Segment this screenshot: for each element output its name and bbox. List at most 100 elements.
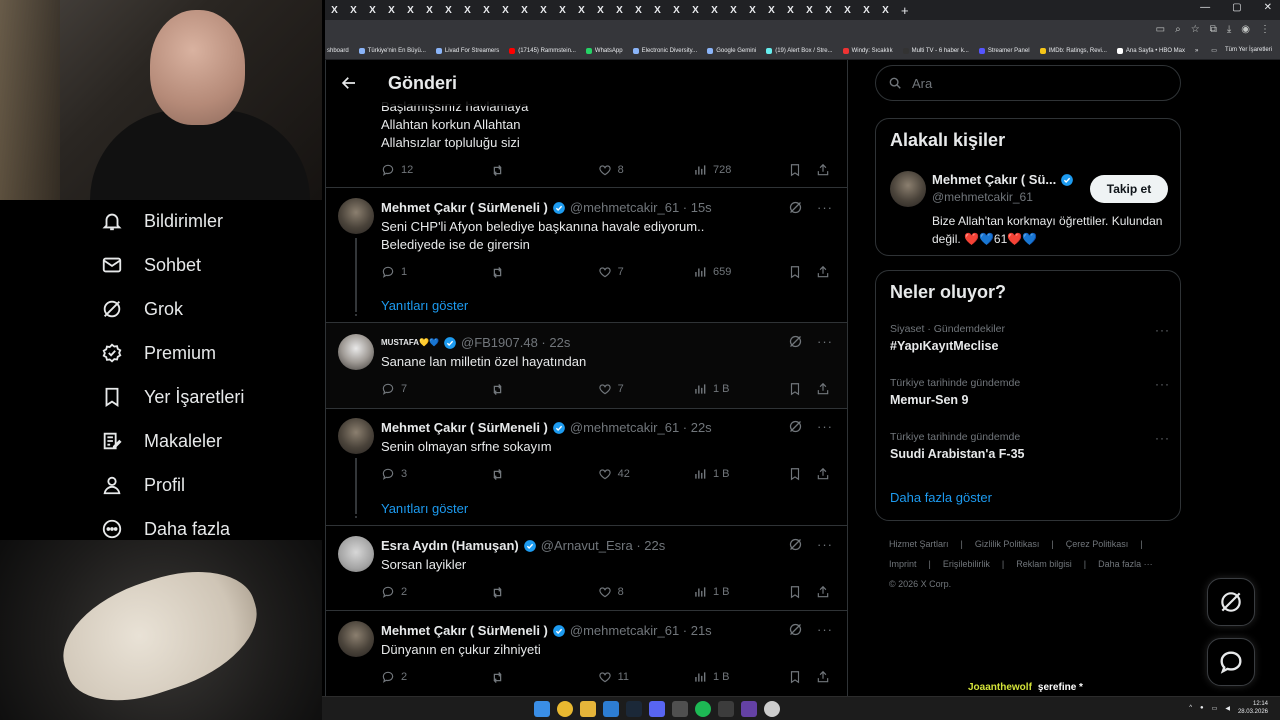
trend-item[interactable]: Siyaset · Gündemdekiler #YapıKayıtMeclis… [890, 323, 1170, 353]
footer-link[interactable]: Gizlilik Politikası [975, 538, 1040, 550]
reply-button[interactable]: 2 [381, 670, 490, 684]
close-window-button[interactable]: ✕ [1264, 2, 1272, 13]
repost-button[interactable] [490, 265, 597, 280]
show-more-link[interactable]: Daha fazla göster [890, 490, 992, 505]
like-button[interactable]: 7 [598, 265, 693, 279]
star-icon[interactable]: ☆ [1191, 24, 1200, 35]
browser-tab[interactable]: X [420, 5, 439, 16]
new-tab-button[interactable]: + [901, 3, 909, 18]
browser-tab[interactable]: X [610, 5, 629, 16]
views-button[interactable]: 659 [693, 265, 788, 279]
views-button[interactable]: 1 B [693, 585, 788, 599]
app-icon[interactable] [764, 701, 780, 717]
repost-button[interactable] [490, 163, 597, 178]
like-button[interactable]: 42 [598, 467, 693, 481]
person-handle[interactable]: @mehmetcakir_61 [932, 190, 1033, 204]
show-replies-link[interactable]: Yanıtları göster [381, 298, 468, 313]
nav-premium[interactable]: Premium [100, 338, 216, 368]
browser-tab[interactable]: X [591, 5, 610, 16]
start-icon[interactable] [534, 701, 550, 717]
bookmark-button[interactable] [788, 670, 816, 684]
bookmark-button[interactable] [788, 163, 816, 177]
nav-grok[interactable]: Grok [100, 294, 183, 324]
spotify-icon[interactable] [695, 701, 711, 717]
reply-button[interactable]: 12 [381, 163, 490, 177]
bookmark-item[interactable]: Livad For Streamers [435, 47, 499, 54]
footer-link[interactable]: Reklam bilgisi [1016, 558, 1072, 570]
bookmark-item[interactable]: Multi TV - 6 haber k... [902, 47, 969, 54]
browser-tab[interactable]: X [325, 5, 344, 16]
browser-tab[interactable]: X [686, 5, 705, 16]
show-replies-link[interactable]: Yanıtları göster [381, 501, 468, 516]
like-button[interactable]: 7 [598, 382, 693, 396]
avatar[interactable] [338, 536, 374, 572]
reply-button[interactable]: 1 [381, 265, 490, 279]
bookmark-button[interactable] [788, 382, 816, 396]
app-icon[interactable] [603, 701, 619, 717]
like-button[interactable]: 8 [598, 163, 693, 177]
menu-icon[interactable]: ⋮ [1260, 24, 1270, 35]
browser-tab[interactable]: X [800, 5, 819, 16]
more-options-icon[interactable]: ··· [1155, 431, 1170, 445]
more-options-icon[interactable]: ··· [1155, 323, 1170, 337]
share-button[interactable] [816, 585, 836, 599]
more-bookmarks[interactable]: » [1195, 48, 1198, 54]
repost-button[interactable] [490, 670, 597, 685]
bookmark-item[interactable]: Electronic Diversity... [632, 47, 697, 54]
share-button[interactable] [816, 670, 836, 684]
messages-fab-button[interactable] [1207, 638, 1255, 686]
footer-link[interactable]: Çerez Politikası [1066, 538, 1129, 550]
grok-fab-button[interactable] [1207, 578, 1255, 626]
discord-icon[interactable] [649, 701, 665, 717]
bookmark-item[interactable]: (19) Alert Box / Stre... [766, 47, 833, 54]
network-icon[interactable]: ▭ [1212, 705, 1218, 712]
browser-tab[interactable]: X [629, 5, 648, 16]
browser-tab[interactable]: X [534, 5, 553, 16]
nav-bookmarks[interactable]: Yer İşaretleri [100, 382, 244, 412]
browser-tab[interactable]: X [477, 5, 496, 16]
browser-tab[interactable]: X [743, 5, 762, 16]
folder-icon[interactable] [580, 701, 596, 717]
browser-tab[interactable]: X [762, 5, 781, 16]
author-name[interactable]: Mehmet Çakır ( SürMeneli ) [381, 200, 548, 215]
browser-tab[interactable]: X [724, 5, 743, 16]
chrome-icon[interactable] [557, 701, 573, 717]
author-name[interactable]: Mehmet Çakır ( SürMeneli ) [381, 623, 548, 638]
profile-icon[interactable]: ◉ [1241, 24, 1250, 35]
author-handle[interactable]: @FB1907.48 · 22s [461, 335, 570, 350]
browser-tab[interactable]: X [515, 5, 534, 16]
bookmark-button[interactable] [788, 467, 816, 481]
views-button[interactable]: 1 B [693, 382, 788, 396]
more-options-icon[interactable]: ··· [817, 334, 833, 349]
more-options-icon[interactable]: ··· [817, 622, 833, 637]
repost-button[interactable] [490, 585, 597, 600]
steam-icon[interactable] [626, 701, 642, 717]
browser-tab[interactable]: X [344, 5, 363, 16]
author-handle[interactable]: @mehmetcakir_61 · 15s [570, 200, 712, 215]
views-button[interactable]: 728 [693, 163, 788, 177]
extensions-icon[interactable]: ⧉ [1210, 24, 1217, 35]
clock[interactable]: 12:14 28.03.2026 [1238, 700, 1268, 716]
repost-button[interactable] [490, 467, 597, 482]
more-options-icon[interactable]: ··· [817, 419, 833, 434]
bookmark-item[interactable]: shboard [327, 48, 349, 54]
browser-tab[interactable]: X [857, 5, 876, 16]
bookmark-item[interactable]: WhatsApp [585, 47, 623, 54]
browser-tab[interactable]: X [572, 5, 591, 16]
cast-icon[interactable]: ▭ [1156, 24, 1165, 35]
browser-tab[interactable]: X [838, 5, 857, 16]
footer-link[interactable]: Daha fazla ··· [1098, 558, 1153, 570]
browser-tab[interactable]: X [819, 5, 838, 16]
bookmark-button[interactable] [788, 585, 816, 599]
folder-icon[interactable]: ▭ [1211, 47, 1217, 54]
share-button[interactable] [816, 265, 836, 279]
address-bar[interactable]: ▭ ⌕ ☆ ⧉ ⤓ ◉ ⋮ [325, 20, 1280, 42]
repost-button[interactable] [490, 382, 597, 397]
browser-tab[interactable]: X [363, 5, 382, 16]
browser-tab[interactable]: X [401, 5, 420, 16]
footer-link[interactable]: Erişilebilirlik [943, 558, 990, 570]
nav-profile[interactable]: Profil [100, 470, 185, 500]
more-options-icon[interactable]: ··· [1155, 377, 1170, 391]
trend-item[interactable]: Türkiye tarihinde gündemde Suudi Arabist… [890, 431, 1170, 461]
bookmark-item[interactable]: Ana Sayfa • HBO Max [1116, 47, 1185, 54]
